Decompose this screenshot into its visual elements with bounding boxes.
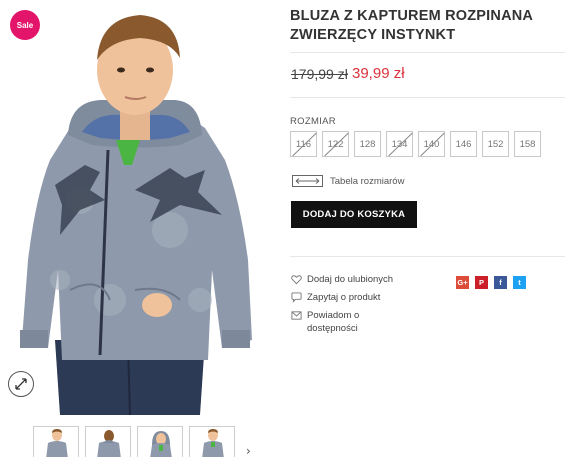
- thumbnail-strip: [33, 426, 235, 457]
- size-option-122[interactable]: 122: [322, 131, 349, 157]
- wishlist-label: Dodaj do ulubionych: [307, 274, 394, 285]
- share-buttons: G+ P f t: [456, 276, 526, 289]
- thumbnail[interactable]: [85, 426, 131, 457]
- thumbnail[interactable]: [137, 426, 183, 457]
- thumbnail[interactable]: [33, 426, 79, 457]
- size-label: ROZMIAR: [290, 116, 336, 127]
- zoom-button[interactable]: [8, 371, 34, 397]
- wishlist-link[interactable]: Dodaj do ulubionych: [291, 273, 451, 286]
- size-table-label: Tabela rozmiarów: [330, 175, 405, 187]
- pinterest-icon[interactable]: P: [475, 276, 488, 289]
- expand-icon: [15, 378, 27, 390]
- size-option-146[interactable]: 146: [450, 131, 477, 157]
- size-selector: 116 122 128 134 140 146 152 158: [290, 131, 541, 157]
- divider: [290, 52, 565, 53]
- notify-availability-link[interactable]: Powiadom o dostępności: [291, 309, 451, 335]
- old-price: 179,99 zł: [291, 66, 348, 82]
- add-to-cart-button[interactable]: DODAJ DO KOSZYKA: [291, 201, 417, 228]
- thumbnail[interactable]: [189, 426, 235, 457]
- product-actions: Dodaj do ulubionych Zapytaj o produkt Po…: [291, 273, 451, 340]
- size-option-158[interactable]: 158: [514, 131, 541, 157]
- sale-price: 39,99 zł: [352, 65, 405, 82]
- ask-question-label: Zapytaj o produkt: [307, 292, 381, 303]
- chevron-right-icon[interactable]: ›: [246, 444, 251, 457]
- size-option-152[interactable]: 152: [482, 131, 509, 157]
- size-option-134[interactable]: 134: [386, 131, 413, 157]
- facebook-icon[interactable]: f: [494, 276, 507, 289]
- twitter-icon[interactable]: t: [513, 276, 526, 289]
- sale-badge: Sale: [10, 10, 40, 40]
- product-gallery: Sale ›: [0, 0, 270, 457]
- size-option-140[interactable]: 140: [418, 131, 445, 157]
- size-option-128[interactable]: 128: [354, 131, 381, 157]
- speech-bubble-icon: [291, 292, 302, 303]
- divider: [290, 97, 565, 98]
- notify-availability-label: Powiadom o dostępności: [307, 310, 360, 334]
- size-option-116[interactable]: 116: [290, 131, 317, 157]
- google-plus-icon[interactable]: G+: [456, 276, 469, 289]
- size-table-link[interactable]: Tabela rozmiarów: [292, 174, 404, 188]
- envelope-icon: [291, 311, 302, 320]
- ruler-icon: [292, 175, 323, 187]
- product-title: BLUZA Z KAPTUREM ROZPINANA ZWIERZĘCY INS…: [290, 8, 533, 43]
- heart-icon: [291, 275, 302, 285]
- main-product-image[interactable]: Sale: [0, 0, 270, 415]
- divider: [290, 256, 565, 257]
- ask-question-link[interactable]: Zapytaj o produkt: [291, 291, 451, 304]
